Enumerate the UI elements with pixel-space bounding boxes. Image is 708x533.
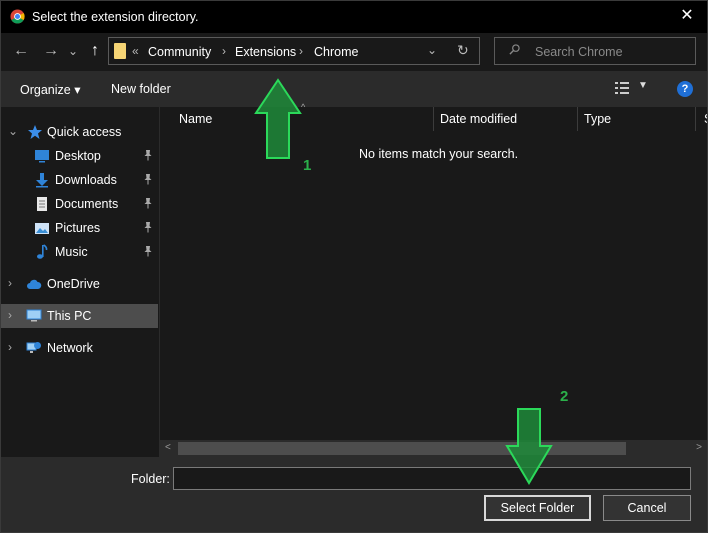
breadcrumb-separator-icon[interactable]: › [222,44,226,58]
column-header-date-modified[interactable]: Date modified [434,107,577,131]
pin-icon[interactable] [143,173,153,185]
horizontal-scrollbar[interactable]: < > [160,440,707,457]
chevron-right-icon[interactable]: › [8,308,12,322]
command-bar: Organize ▾ New folder ▼ ? [1,71,707,107]
folder-label: Folder: [131,472,170,486]
overflow-chevron[interactable]: « [132,44,139,58]
search-icon [509,44,520,55]
breadcrumb-chrome[interactable]: Chrome [314,45,358,59]
sidebar-item-network[interactable]: › Network [1,336,158,360]
recent-locations-icon[interactable]: ⌄ [61,39,85,63]
select-folder-button[interactable]: Select Folder [484,495,591,521]
cancel-button[interactable]: Cancel [603,495,691,521]
refresh-icon[interactable]: ↻ [457,42,469,59]
breadcrumb-separator-icon[interactable]: › [299,44,303,58]
sidebar-item-desktop[interactable]: Desktop [1,144,158,168]
scrollbar-thumb[interactable] [178,442,626,455]
pin-icon[interactable] [143,245,153,257]
step-1-arrow-icon [254,78,302,159]
star-icon [28,125,42,139]
chevron-right-icon[interactable]: › [8,276,12,290]
search-box[interactable]: Search Chrome [494,37,696,65]
sidebar-item-label: Music [55,245,88,259]
step-1-label: 1 [303,157,312,174]
sidebar-item-label: Documents [55,197,119,211]
pin-icon[interactable] [143,197,153,209]
back-icon[interactable]: ← [9,39,33,63]
file-list-pane[interactable]: ^ Name Date modified Type S No items mat… [160,102,707,457]
column-header-size[interactable]: S [696,107,707,131]
navigation-bar: ← → ⌄ ↑ « Community › Extensions › Chrom… [1,33,707,71]
music-icon [37,244,48,259]
sidebar-item-label: OneDrive [47,277,100,291]
computer-icon [26,309,42,322]
sidebar-item-label: This PC [47,309,92,323]
pictures-icon [35,223,49,234]
up-folder-icon[interactable]: ↑ [83,39,107,63]
close-icon[interactable]: ✕ [675,5,699,27]
desktop-icon [35,150,49,163]
sidebar-item-label: Quick access [47,125,122,139]
file-dialog-window: Select the extension directory. ✕ ← → ⌄ … [0,0,708,533]
sidebar-item-label: Downloads [55,173,117,187]
dialog-footer: Folder: Select Folder Cancel [1,457,707,532]
sidebar-item-quick-access[interactable]: ⌄ Quick access [1,120,158,144]
downloads-icon [36,173,48,188]
address-bar[interactable]: « Community › Extensions › Chrome ⌄ ↻ [108,37,480,65]
sidebar-item-label: Desktop [55,149,101,163]
chevron-right-icon[interactable]: › [8,340,12,354]
sidebar-item-this-pc[interactable]: › This PC [1,304,158,328]
title-bar: Select the extension directory. ✕ [1,1,707,33]
empty-message: No items match your search. [359,147,519,161]
sidebar-item-pictures[interactable]: Pictures [1,216,158,240]
forward-icon[interactable]: → [39,39,63,63]
new-folder-button[interactable]: New folder [111,82,171,96]
scroll-right-icon[interactable]: > [696,442,702,453]
window-title: Select the extension directory. [32,10,199,24]
breadcrumb-extensions[interactable]: Extensions [235,45,296,59]
sidebar-item-downloads[interactable]: Downloads [1,168,158,192]
scroll-left-icon[interactable]: < [165,442,171,453]
sidebar-item-music[interactable]: Music [1,240,158,264]
pin-icon[interactable] [143,221,153,233]
sidebar-item-label: Network [47,341,93,355]
chrome-icon [10,9,25,24]
column-header-type[interactable]: Type [578,107,695,131]
sidebar-item-label: Pictures [55,221,101,235]
sidebar-item-onedrive[interactable]: › OneDrive [1,272,158,296]
cloud-icon [27,279,42,289]
view-options-icon[interactable] [614,81,630,95]
folder-input[interactable] [173,467,691,490]
documents-icon [37,197,47,211]
help-icon[interactable]: ? [677,81,693,97]
network-icon [26,342,41,353]
chevron-down-icon[interactable]: ⌄ [8,124,18,138]
step-2-arrow-icon [505,408,553,485]
search-placeholder: Search Chrome [535,45,623,59]
address-dropdown-icon[interactable]: ⌄ [427,43,437,57]
breadcrumb-community[interactable]: Community [148,45,211,59]
pin-icon[interactable] [143,149,153,161]
sidebar-item-documents[interactable]: Documents [1,192,158,216]
view-dropdown-icon[interactable]: ▼ [638,80,648,91]
step-2-label: 2 [560,388,569,405]
organize-button[interactable]: Organize ▾ [20,82,80,97]
navigation-pane: ⌄ Quick access Desktop Downloads Documen… [1,107,159,457]
folder-icon [114,43,126,59]
